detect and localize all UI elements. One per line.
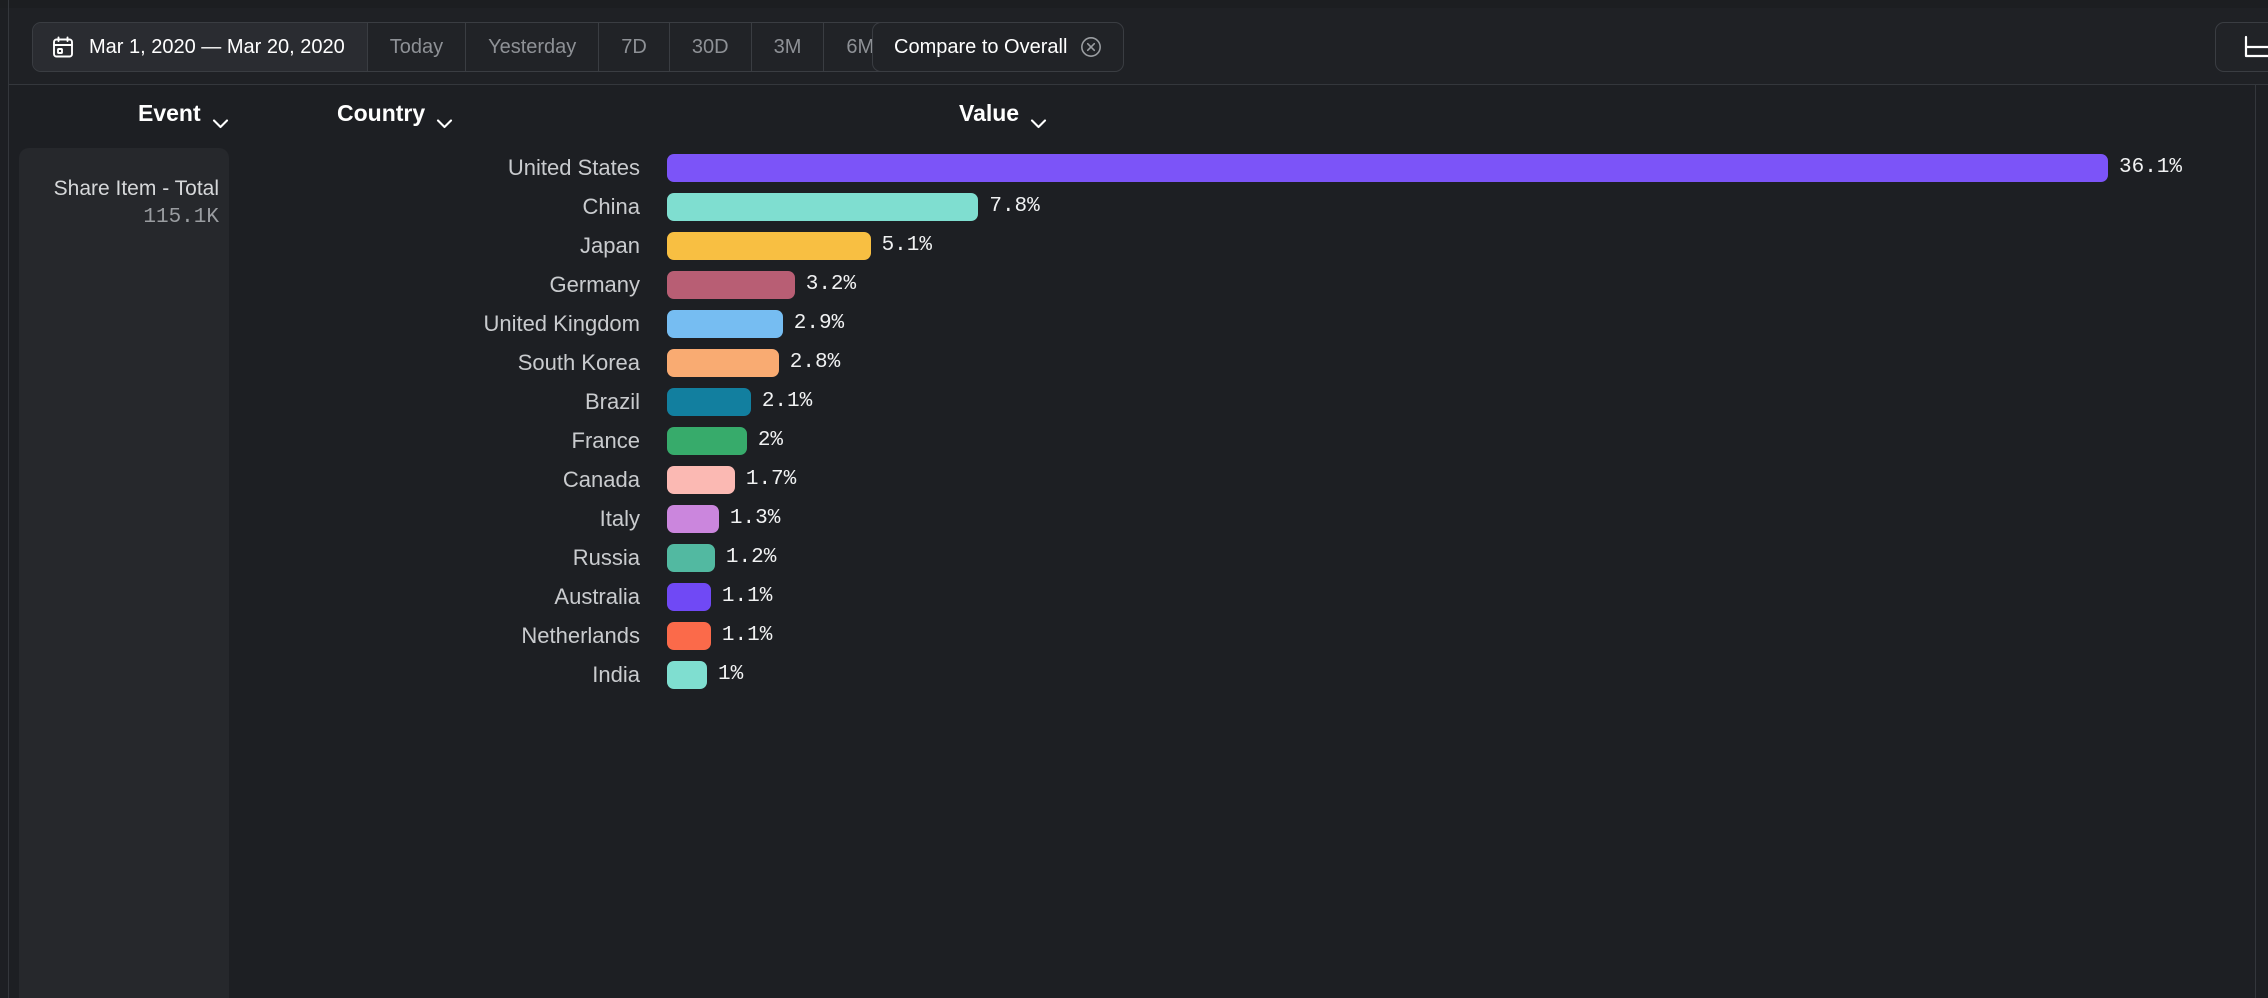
country-label: India: [248, 662, 640, 688]
value-label: 1.1%: [722, 624, 772, 647]
value-label: 1%: [718, 663, 743, 686]
country-bar-row[interactable]: Germany 3.2%: [0, 265, 2268, 304]
country-bar-row[interactable]: Japan 5.1%: [0, 226, 2268, 265]
value-label: 1.2%: [726, 546, 776, 569]
country-bar-row[interactable]: Brazil 2.1%: [0, 382, 2268, 421]
column-header-event[interactable]: Event: [138, 100, 229, 127]
country-label: Canada: [248, 467, 640, 493]
country-bar-row[interactable]: United States 36.1%: [0, 148, 2268, 187]
range-30d-button[interactable]: 30D: [669, 23, 751, 71]
country-label: Germany: [248, 272, 640, 298]
value-bar[interactable]: [667, 622, 711, 650]
country-label: Russia: [248, 545, 640, 571]
date-range-label: Mar 1, 2020 — Mar 20, 2020: [89, 36, 345, 59]
value-bar[interactable]: [667, 466, 735, 494]
value-bar[interactable]: [667, 271, 795, 299]
chevron-down-icon[interactable]: [1030, 108, 1047, 119]
bar-container: 2%: [667, 427, 783, 455]
column-header-value-label: Value: [959, 100, 1019, 127]
chevron-down-icon[interactable]: [436, 108, 453, 119]
value-label: 2.8%: [790, 351, 840, 374]
column-header-country[interactable]: Country: [337, 100, 453, 127]
range-3m-button[interactable]: 3M: [751, 23, 824, 71]
value-label: 2%: [758, 429, 783, 452]
country-bar-row[interactable]: Italy 1.3%: [0, 499, 2268, 538]
value-bar[interactable]: [667, 232, 871, 260]
range-yesterday-button[interactable]: Yesterday: [465, 23, 598, 71]
bar-container: 1.7%: [667, 466, 796, 494]
value-bar[interactable]: [667, 154, 2108, 182]
country-label: Netherlands: [248, 623, 640, 649]
date-range-segmented-control: Mar 1, 2020 — Mar 20, 2020 Today Yesterd…: [32, 22, 981, 72]
compare-to-overall-button[interactable]: Compare to Overall: [872, 22, 1124, 72]
range-7d-button[interactable]: 7D: [598, 23, 669, 71]
value-bar[interactable]: [667, 193, 978, 221]
country-bar-row[interactable]: Australia 1.1%: [0, 577, 2268, 616]
country-label: Japan: [248, 233, 640, 259]
country-label: United States: [248, 155, 640, 181]
country-bar-row[interactable]: China 7.8%: [0, 187, 2268, 226]
value-label: 5.1%: [882, 234, 932, 257]
country-label: China: [248, 194, 640, 220]
value-label: 1.3%: [730, 507, 780, 530]
value-bar[interactable]: [667, 349, 779, 377]
value-label: 36.1%: [2119, 156, 2182, 179]
country-label: Australia: [248, 584, 640, 610]
country-label: United Kingdom: [248, 311, 640, 337]
bar-container: 2.8%: [667, 349, 840, 377]
column-header-row: Event Country Value: [0, 100, 2268, 148]
value-bar[interactable]: [667, 310, 783, 338]
value-label: 2.1%: [762, 390, 812, 413]
bar-container: 7.8%: [667, 193, 1040, 221]
country-bar-row[interactable]: Russia 1.2%: [0, 538, 2268, 577]
country-bar-row[interactable]: Canada 1.7%: [0, 460, 2268, 499]
window-top-strip: [0, 0, 2268, 8]
date-range-button[interactable]: Mar 1, 2020 — Mar 20, 2020: [33, 23, 367, 71]
bar-container: 1.2%: [667, 544, 776, 572]
close-circle-icon[interactable]: [1080, 36, 1102, 58]
column-header-country-label: Country: [337, 100, 425, 127]
value-bar[interactable]: [667, 388, 751, 416]
country-bar-row[interactable]: United Kingdom 2.9%: [0, 304, 2268, 343]
calendar-icon: [51, 35, 75, 59]
bar-container: 1%: [667, 661, 743, 689]
country-label: South Korea: [248, 350, 640, 376]
country-bar-list: United States 36.1% China 7.8% Japan 5.1% Germ…: [0, 148, 2268, 694]
analytics-page: Mar 1, 2020 — Mar 20, 2020 Today Yesterd…: [0, 0, 2268, 998]
column-header-event-label: Event: [138, 100, 201, 127]
value-label: 1.7%: [746, 468, 796, 491]
chart-view-toggle-button[interactable]: [2215, 22, 2268, 72]
bar-container: 1.1%: [667, 622, 772, 650]
range-today-button[interactable]: Today: [367, 23, 465, 71]
value-label: 1.1%: [722, 585, 772, 608]
column-header-value[interactable]: Value: [959, 100, 1047, 127]
value-bar[interactable]: [667, 583, 711, 611]
chevron-down-icon[interactable]: [212, 108, 229, 119]
bar-container: 5.1%: [667, 232, 932, 260]
country-bar-row[interactable]: South Korea 2.8%: [0, 343, 2268, 382]
bar-chart-icon: [2242, 34, 2268, 60]
country-bar-row[interactable]: France 2%: [0, 421, 2268, 460]
country-label: France: [248, 428, 640, 454]
country-bar-row[interactable]: India 1%: [0, 655, 2268, 694]
bar-container: 36.1%: [667, 154, 2182, 182]
country-label: Italy: [248, 506, 640, 532]
value-bar[interactable]: [667, 427, 747, 455]
compare-to-overall-label: Compare to Overall: [894, 36, 1067, 59]
toolbar: Mar 1, 2020 — Mar 20, 2020 Today Yesterd…: [9, 8, 2268, 85]
value-bar[interactable]: [667, 505, 719, 533]
value-label: 7.8%: [989, 195, 1039, 218]
bar-container: 3.2%: [667, 271, 856, 299]
country-bar-row[interactable]: Netherlands 1.1%: [0, 616, 2268, 655]
bar-container: 1.1%: [667, 583, 772, 611]
value-label: 2.9%: [794, 312, 844, 335]
country-label: Brazil: [248, 389, 640, 415]
bar-container: 2.1%: [667, 388, 812, 416]
value-bar[interactable]: [667, 544, 715, 572]
bar-container: 1.3%: [667, 505, 780, 533]
value-label: 3.2%: [806, 273, 856, 296]
value-bar[interactable]: [667, 661, 707, 689]
bar-container: 2.9%: [667, 310, 844, 338]
